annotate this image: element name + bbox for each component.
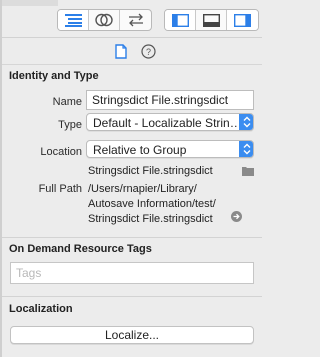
toggle-navigator-button[interactable] xyxy=(165,10,196,30)
standard-editor-button[interactable] xyxy=(58,10,89,30)
location-label: Location xyxy=(40,146,82,158)
on-demand-section-title: On Demand Resource Tags xyxy=(9,243,152,255)
tab-file-inspector[interactable] xyxy=(115,44,127,59)
toggle-debug-area-button[interactable] xyxy=(196,10,227,30)
localize-button[interactable]: Localize... xyxy=(10,326,254,344)
inspector-selector: ? xyxy=(2,39,262,65)
full-path-value: /Users/rnapier/Library/ Autosave Informa… xyxy=(88,182,216,227)
localization-section-title: Localization xyxy=(9,303,73,315)
name-field[interactable]: Stringsdict File.stringsdict xyxy=(86,90,254,110)
assistant-editor-icon xyxy=(95,13,113,27)
editor-mode-control xyxy=(57,9,152,31)
relative-path: Stringsdict File.stringsdict xyxy=(88,165,213,177)
tags-input[interactable]: Tags xyxy=(10,262,254,284)
location-popup[interactable]: Relative to Group xyxy=(86,140,254,158)
type-popup-value: Default - Localizable Strin… xyxy=(93,116,242,130)
editor-toolbar xyxy=(2,0,262,38)
file-inspector-icon xyxy=(115,44,127,59)
type-popup[interactable]: Default - Localizable Strin… xyxy=(86,113,254,131)
version-editor-icon xyxy=(128,13,143,27)
full-path-label: Full Path xyxy=(38,183,82,195)
section-divider xyxy=(2,296,262,297)
location-popup-value: Relative to Group xyxy=(93,143,187,157)
toolbar-edge xyxy=(2,0,58,6)
chevron-updown-icon xyxy=(239,141,253,157)
toggle-utilities-button[interactable] xyxy=(227,10,258,30)
utilities-panel-icon xyxy=(234,13,251,27)
editor-standard-icon xyxy=(64,13,82,27)
full-path-line: Autosave Information/test/ xyxy=(88,198,216,210)
chevron-updown-icon xyxy=(239,114,253,130)
folder-icon[interactable] xyxy=(242,166,254,179)
svg-text:?: ? xyxy=(146,47,151,57)
full-path-line: Stringsdict File.stringsdict xyxy=(88,213,213,225)
assistant-editor-button[interactable] xyxy=(89,10,120,30)
quick-help-icon: ? xyxy=(141,44,156,59)
utilities-panel: ? Identity and Type Name Stringsdict Fil… xyxy=(2,0,262,357)
full-path-line: /Users/rnapier/Library/ xyxy=(88,183,197,195)
reveal-in-finder-icon[interactable] xyxy=(231,211,242,225)
debug-area-icon xyxy=(202,13,220,27)
panel-toggle-control xyxy=(164,9,259,31)
section-divider xyxy=(2,237,262,238)
name-label: Name xyxy=(52,96,82,108)
tab-quick-help[interactable]: ? xyxy=(141,44,156,59)
navigator-panel-icon xyxy=(171,13,189,27)
version-editor-button[interactable] xyxy=(120,10,151,30)
type-label: Type xyxy=(58,119,82,131)
identity-section-title: Identity and Type xyxy=(9,70,99,82)
